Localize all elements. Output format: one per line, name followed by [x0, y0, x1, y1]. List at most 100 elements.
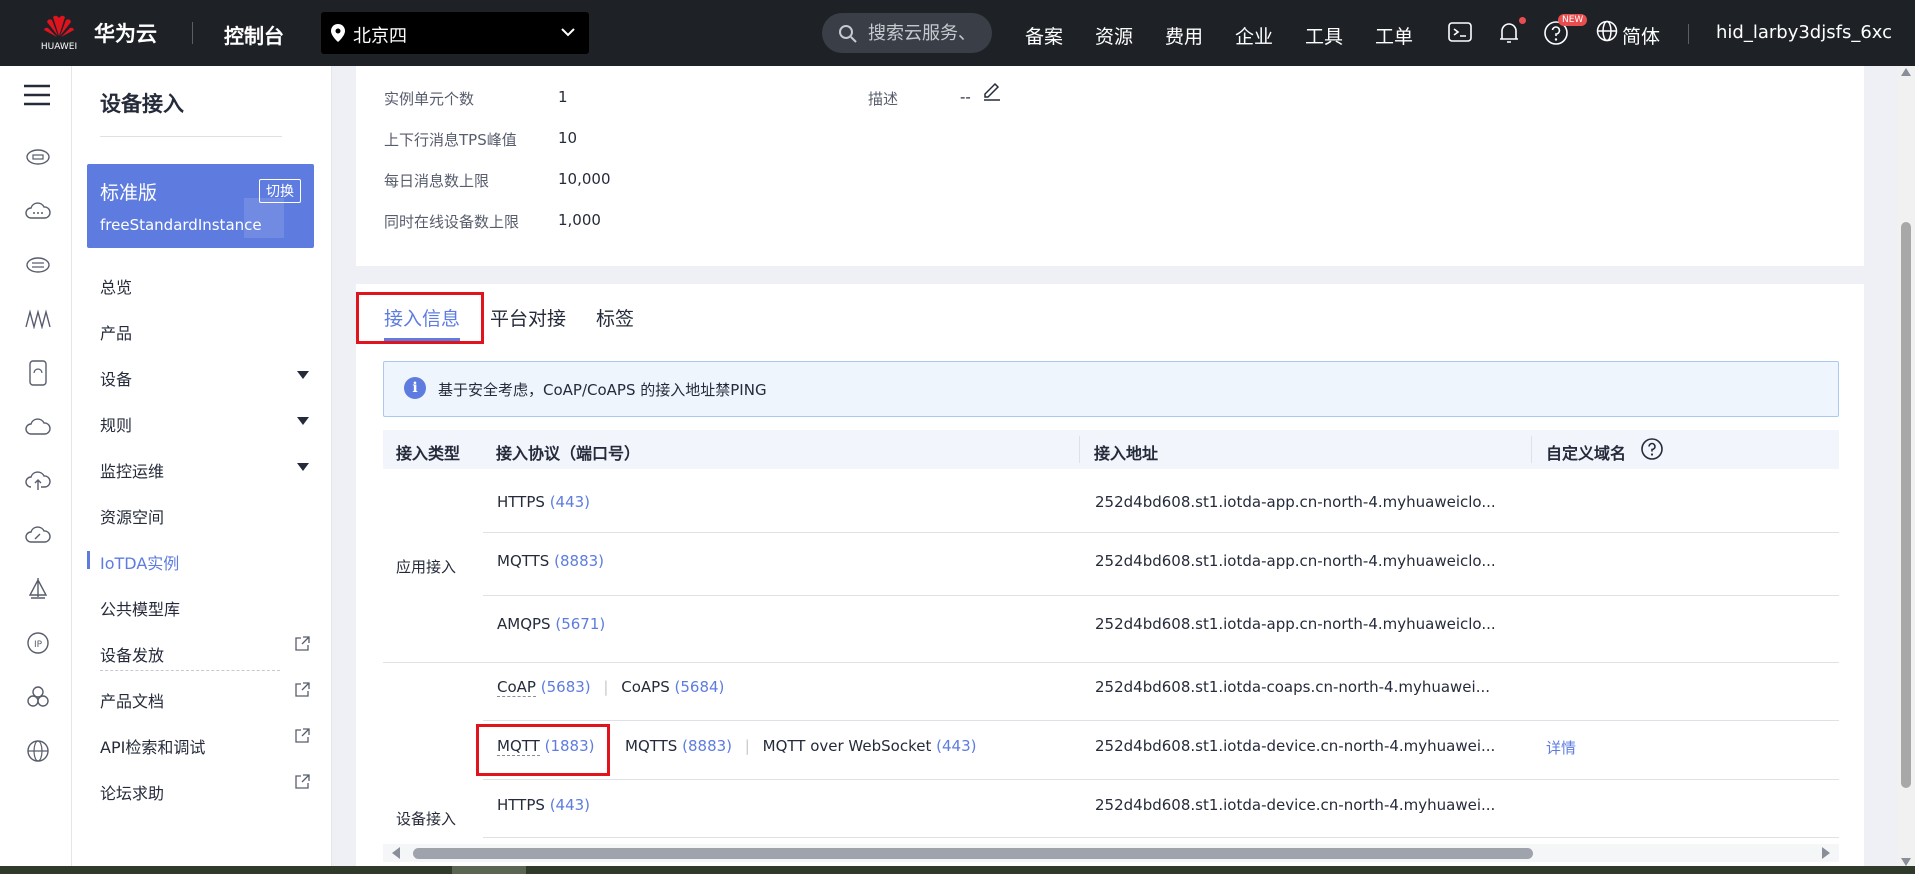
sidebar-item-monitoring[interactable]: 监控运维 — [100, 458, 164, 482]
scroll-thumb[interactable] — [1901, 222, 1911, 788]
device-icon[interactable] — [25, 360, 51, 386]
switch-instance-button[interactable]: 切换 — [259, 179, 301, 203]
access-address[interactable]: 252d4bd608.st1.iotda-coaps.cn-north-4.my… — [1095, 678, 1490, 696]
ip-icon[interactable]: IP — [25, 630, 51, 656]
caret-down-icon[interactable] — [297, 463, 309, 471]
cloud-speed-icon[interactable] — [25, 522, 51, 548]
hamburger-menu-icon[interactable] — [24, 84, 50, 106]
waveform-icon[interactable] — [25, 306, 51, 332]
sidebar-item-device[interactable]: 设备 — [100, 366, 132, 390]
external-link-icon[interactable] — [294, 728, 310, 744]
table-header: 接入类型 接入协议（端口号） 接入地址 自定义域名 — [383, 430, 1839, 469]
sidebar-item-overview[interactable]: 总览 — [100, 274, 132, 298]
info-icon: i — [404, 377, 426, 399]
tab-platform[interactable]: 平台对接 — [490, 304, 566, 331]
header-custom-domain: 自定义域名 — [1546, 444, 1627, 463]
cloud-server-icon[interactable] — [25, 144, 51, 170]
cloud-upload-icon[interactable] — [25, 468, 51, 494]
globe-icon[interactable] — [1596, 20, 1618, 42]
header-address: 接入地址 — [1094, 444, 1159, 463]
description-label: 描述 — [868, 90, 899, 108]
nav-billing[interactable]: 费用 — [1165, 22, 1203, 49]
table-row: AMQPS (5671) — [497, 615, 605, 633]
help-icon[interactable] — [1640, 437, 1664, 461]
scroll-down-icon[interactable] — [1901, 858, 1911, 866]
scroll-right-icon[interactable] — [1821, 847, 1831, 859]
access-address[interactable]: 252d4bd608.st1.iotda-app.cn-north-4.myhu… — [1095, 493, 1496, 511]
protocol-name: MQTT over WebSocket — [762, 737, 932, 755]
tps-value: 10 — [558, 129, 578, 147]
horizontal-scrollbar[interactable] — [383, 844, 1839, 862]
active-indicator — [87, 551, 90, 569]
header-access-type: 接入类型 — [396, 444, 461, 463]
external-link-icon[interactable] — [294, 682, 310, 698]
instance-name: freeStandardInstance — [100, 216, 262, 234]
taskbar-item[interactable] — [452, 866, 526, 874]
scroll-up-icon[interactable] — [1901, 68, 1911, 76]
protocol-name: CoAPS — [621, 678, 670, 696]
sidebar-item-forum[interactable]: 论坛求助 — [100, 780, 164, 804]
access-address[interactable]: 252d4bd608.st1.iotda-device.cn-north-4.m… — [1095, 796, 1495, 814]
access-address[interactable]: 252d4bd608.st1.iotda-app.cn-north-4.myhu… — [1095, 552, 1496, 570]
nav-resources[interactable]: 资源 — [1095, 22, 1133, 49]
vertical-scrollbar[interactable] — [1897, 66, 1915, 874]
search-input[interactable] — [868, 21, 986, 45]
access-address[interactable]: 252d4bd608.st1.iotda-device.cn-north-4.m… — [1095, 737, 1495, 755]
notification-dot — [1519, 17, 1526, 24]
security-notice: i 基于安全考虑，CoAP/CoAPS 的接入地址禁PING — [383, 361, 1839, 417]
sidebar-item-iotda-instance[interactable]: IoTDA实例 — [100, 550, 179, 574]
details-link[interactable]: 详情 — [1546, 737, 1576, 758]
language-switch[interactable]: 简体 — [1622, 22, 1660, 49]
nav-tickets[interactable]: 工单 — [1375, 22, 1413, 49]
edit-icon[interactable] — [982, 82, 1002, 102]
search-box[interactable] — [822, 13, 992, 53]
table-row: CoAP (5683) | CoAPS (5684) — [497, 678, 724, 697]
nav-enterprise[interactable]: 企业 — [1235, 22, 1273, 49]
new-badge: NEW — [1558, 14, 1588, 26]
cloud-service-icon[interactable] — [25, 198, 51, 224]
scroll-thumb[interactable] — [413, 848, 1533, 859]
nav-beian[interactable]: 备案 — [1025, 22, 1063, 49]
username[interactable]: hid_larby3djsfs_6xc — [1716, 22, 1892, 43]
caret-down-icon[interactable] — [297, 371, 309, 379]
protocol-name: HTTPS — [497, 493, 545, 511]
web-icon[interactable] — [25, 738, 51, 764]
cloud-database-icon[interactable] — [25, 252, 51, 278]
search-icon — [839, 25, 857, 43]
access-address[interactable]: 252d4bd608.st1.iotda-app.cn-north-4.myhu… — [1095, 615, 1496, 633]
huawei-logo[interactable]: HUAWEI — [34, 12, 82, 56]
terminal-icon[interactable] — [1448, 20, 1472, 44]
region-selector[interactable]: 北京四 — [321, 12, 589, 54]
table-row: MQTTS (8883) | MQTT over WebSocket (443) — [625, 737, 976, 755]
sidebar-item-public-models[interactable]: 公共模型库 — [100, 596, 180, 620]
logo-text: HUAWEI — [40, 42, 78, 52]
console-link[interactable]: 控制台 — [224, 20, 284, 49]
cloud-name[interactable]: 华为云 — [94, 18, 157, 48]
external-link-icon[interactable] — [294, 636, 310, 652]
sidebar-item-provisioning[interactable]: 设备发放 — [100, 642, 164, 666]
cluster-icon[interactable] — [25, 684, 51, 710]
row-divider — [483, 595, 1839, 596]
scroll-left-icon[interactable] — [391, 847, 401, 859]
row-divider — [483, 779, 1839, 780]
online-limit-value: 1,000 — [558, 211, 601, 229]
sidebar-item-rules[interactable]: 规则 — [100, 412, 132, 436]
service-rail: IP — [0, 66, 72, 874]
cloud-icon[interactable] — [25, 414, 51, 440]
protocol-name[interactable]: CoAP — [497, 678, 536, 697]
external-link-icon[interactable] — [294, 774, 310, 790]
top-bar: HUAWEI 华为云 控制台 北京四 备案 资源 费用 企业 工具 工单 — [0, 0, 1915, 66]
daily-limit-value: 10,000 — [558, 170, 611, 188]
sidebar-item-product[interactable]: 产品 — [100, 320, 132, 344]
nav-tools[interactable]: 工具 — [1305, 22, 1343, 49]
protocol-port: (8883) — [682, 737, 733, 755]
sidebar-item-resource-space[interactable]: 资源空间 — [100, 504, 164, 528]
sidebar-item-product-docs[interactable]: 产品文档 — [100, 688, 164, 712]
main-content: 实例单元个数 1 描述 -- 上下行消息TPS峰值 10 每日消息数上限 10,… — [332, 66, 1898, 874]
tab-tags[interactable]: 标签 — [596, 304, 634, 331]
divider — [192, 22, 193, 44]
sidebar-item-api-explorer[interactable]: API检索和调试 — [100, 734, 205, 758]
sailboat-icon[interactable] — [25, 576, 51, 602]
caret-down-icon[interactable] — [297, 417, 309, 425]
bell-icon[interactable] — [1497, 20, 1521, 46]
